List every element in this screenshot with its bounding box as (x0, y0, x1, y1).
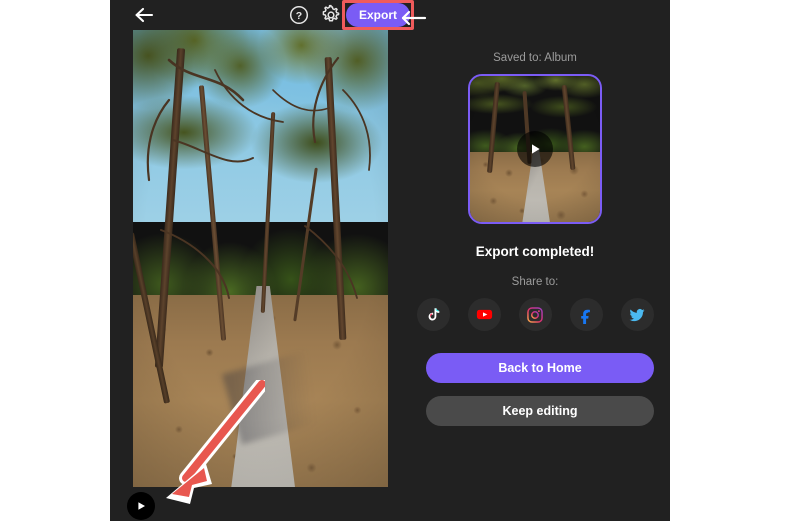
keep-editing-button[interactable]: Keep editing (426, 396, 654, 426)
share-instagram-button[interactable] (518, 298, 552, 331)
settings-button[interactable] (320, 4, 342, 26)
question-circle-icon: ? (289, 5, 309, 25)
preview-play-button[interactable] (127, 492, 155, 520)
facebook-icon (581, 309, 590, 324)
share-to-label: Share to: (511, 276, 559, 288)
twitter-icon (629, 308, 645, 321)
play-icon (532, 144, 540, 154)
share-facebook-button[interactable] (569, 298, 603, 331)
thumbnail-play-button[interactable] (517, 131, 553, 167)
top-bar: ? Export (110, 0, 670, 30)
preview-branches (146, 56, 371, 299)
svg-text:?: ? (296, 10, 302, 22)
saved-to-label: Saved to: Album (493, 52, 577, 64)
share-buttons-row (400, 298, 670, 331)
export-highlight-box (342, 0, 414, 30)
share-youtube-button[interactable] (467, 298, 501, 331)
instagram-icon (527, 306, 543, 323)
export-completed-label: Export completed! (475, 244, 595, 259)
gear-icon (322, 4, 340, 22)
share-tiktok-button[interactable] (416, 298, 450, 331)
preview-image (133, 30, 388, 487)
arrow-left-icon (135, 7, 154, 23)
export-result-panel: Saved to: Album Export completed! Share … (400, 30, 670, 521)
play-icon (138, 502, 145, 510)
app-window: ? Export Saved to: Album Export complete… (110, 0, 670, 521)
help-button[interactable]: ? (288, 4, 310, 26)
video-preview[interactable] (133, 30, 388, 487)
export-thumbnail[interactable] (468, 74, 602, 224)
back-button[interactable] (130, 3, 158, 27)
tiktok-icon (428, 307, 439, 321)
screenshot-root: ? Export Saved to: Album Export complete… (0, 0, 800, 521)
share-twitter-button[interactable] (620, 298, 654, 331)
back-to-home-button[interactable]: Back to Home (426, 353, 654, 383)
youtube-icon (476, 309, 492, 320)
